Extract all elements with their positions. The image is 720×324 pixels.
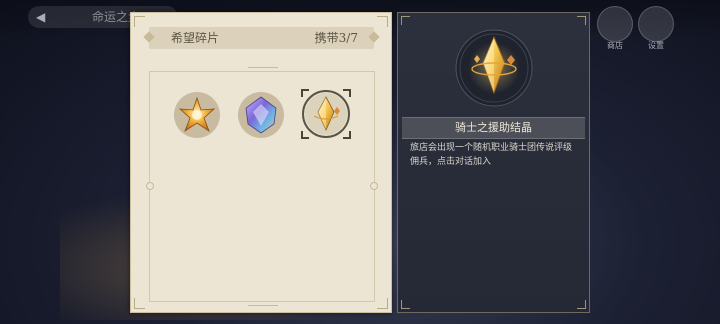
item-description: 旅店会出现一个随机职业骑士团传说评级佣兵，点击对话加入 <box>410 143 573 167</box>
frame-ornament <box>370 182 378 190</box>
carry-count: 携带3/7 <box>314 31 358 45</box>
frame-ornament <box>146 182 154 190</box>
panel-corner <box>401 16 410 25</box>
panel-corner <box>401 300 410 309</box>
item-name: 骑士之援助结晶 <box>455 121 532 134</box>
selection-corner <box>301 131 309 139</box>
knight-aid-crystal-icon <box>313 96 340 131</box>
crystal-emblem-icon <box>455 29 533 107</box>
fragment-slot-prism[interactable] <box>238 92 284 138</box>
fragments-panel: 希望碎片 携带3/7 <box>130 12 392 313</box>
fragments-header: 希望碎片 携带3/7 <box>143 27 380 49</box>
cart-icon-label: 商店 <box>607 41 623 50</box>
panel-corner <box>134 16 145 27</box>
detail-panel: 骑士之援助结晶 旅店会出现一个随机职业骑士团传说评级佣兵，点击对话加入 <box>397 12 590 313</box>
panel-corner <box>377 298 388 309</box>
frame-ornament <box>248 297 278 306</box>
panel-corner <box>134 298 145 309</box>
settings-icon-label: 设置 <box>648 41 664 50</box>
back-arrow-icon: ◀ <box>36 10 46 24</box>
selection-corner <box>301 89 309 97</box>
fragment-slot-knight-aid-crystal[interactable] <box>301 89 351 139</box>
frame-ornament <box>248 67 278 76</box>
selection-corner <box>343 131 351 139</box>
panel-corner <box>377 16 388 27</box>
star-fragment-icon <box>178 96 216 133</box>
prism-fragment-icon <box>245 96 277 134</box>
panel-corner <box>577 300 586 309</box>
header-ornament <box>368 31 380 43</box>
panel-title: 希望碎片 <box>171 31 220 45</box>
fragment-slot-star[interactable] <box>174 92 220 138</box>
item-name-bar: 骑士之援助结晶 <box>402 117 585 139</box>
cart-icon[interactable] <box>597 6 633 42</box>
fragments-grid <box>146 67 378 306</box>
panel-corner <box>577 16 586 25</box>
selection-corner <box>343 89 351 97</box>
settings-icon[interactable] <box>638 6 674 42</box>
header-ornament <box>143 31 155 43</box>
